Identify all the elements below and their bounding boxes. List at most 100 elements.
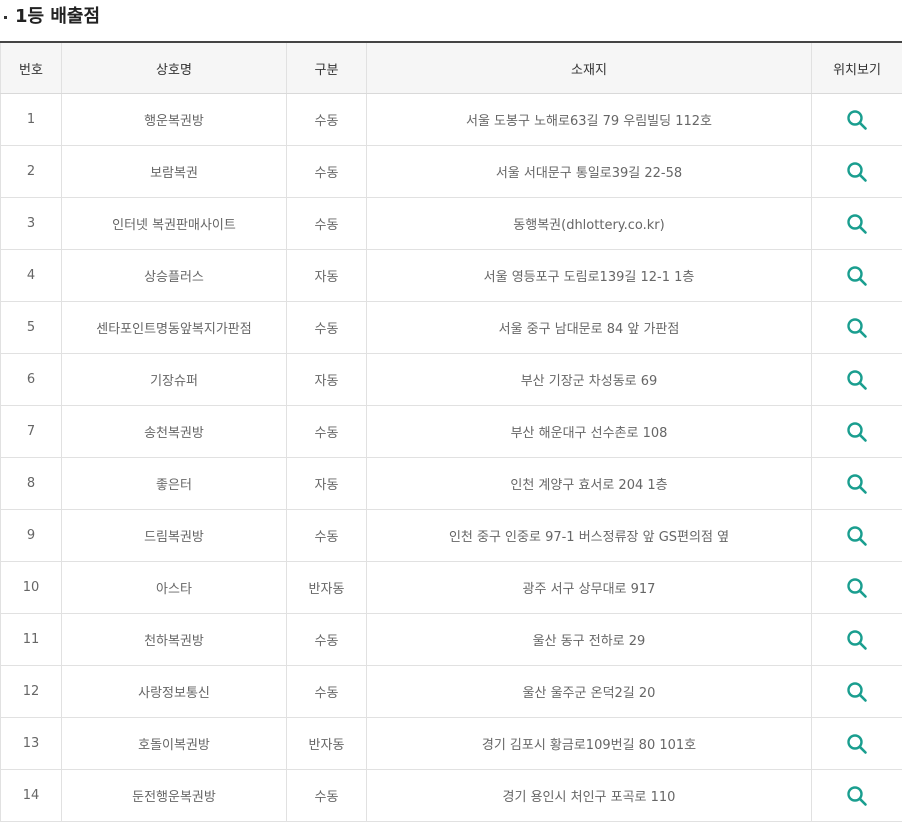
cell-type: 수동 <box>287 770 367 822</box>
view-location-button[interactable] <box>845 316 869 340</box>
cell-type: 수동 <box>287 406 367 458</box>
column-header-no: 번호 <box>1 42 62 94</box>
view-location-button[interactable] <box>845 160 869 184</box>
cell-location <box>812 562 902 614</box>
table-header-row: 번호 상호명 구분 소재지 위치보기 <box>1 42 902 94</box>
cell-type: 수동 <box>287 198 367 250</box>
cell-store-name: 드림복권방 <box>62 510 287 562</box>
search-icon <box>845 420 869 444</box>
cell-type: 수동 <box>287 510 367 562</box>
cell-no: 7 <box>1 406 62 458</box>
view-location-button[interactable] <box>845 264 869 288</box>
cell-location <box>812 94 902 146</box>
search-icon <box>845 212 869 236</box>
winning-stores-table: 번호 상호명 구분 소재지 위치보기 1행운복권방수동서울 도봉구 노해로63길… <box>0 41 902 822</box>
view-location-button[interactable] <box>845 524 869 548</box>
cell-address: 동행복권(dhlottery.co.kr) <box>367 198 812 250</box>
view-location-button[interactable] <box>845 108 869 132</box>
view-location-button[interactable] <box>845 628 869 652</box>
table-row: 9드림복권방수동인천 중구 인중로 97-1 버스정류장 앞 GS편의점 옆 <box>1 510 902 562</box>
cell-address: 부산 해운대구 선수촌로 108 <box>367 406 812 458</box>
cell-no: 1 <box>1 94 62 146</box>
cell-address: 울산 동구 전하로 29 <box>367 614 812 666</box>
cell-no: 2 <box>1 146 62 198</box>
cell-location <box>812 302 902 354</box>
search-icon <box>845 108 869 132</box>
cell-store-name: 인터넷 복권판매사이트 <box>62 198 287 250</box>
cell-address: 경기 김포시 황금로109번길 80 101호 <box>367 718 812 770</box>
cell-location <box>812 354 902 406</box>
view-location-button[interactable] <box>845 784 869 808</box>
cell-address: 인천 중구 인중로 97-1 버스정류장 앞 GS편의점 옆 <box>367 510 812 562</box>
cell-location <box>812 718 902 770</box>
cell-no: 13 <box>1 718 62 770</box>
cell-store-name: 송천복권방 <box>62 406 287 458</box>
cell-location <box>812 614 902 666</box>
cell-type: 수동 <box>287 146 367 198</box>
cell-address: 울산 울주군 온덕2길 20 <box>367 666 812 718</box>
view-location-button[interactable] <box>845 212 869 236</box>
cell-location <box>812 146 902 198</box>
cell-address: 부산 기장군 차성동로 69 <box>367 354 812 406</box>
cell-no: 4 <box>1 250 62 302</box>
view-location-button[interactable] <box>845 576 869 600</box>
table-row: 7송천복권방수동부산 해운대구 선수촌로 108 <box>1 406 902 458</box>
cell-type: 자동 <box>287 458 367 510</box>
cell-address: 경기 용인시 처인구 포곡로 110 <box>367 770 812 822</box>
cell-type: 자동 <box>287 250 367 302</box>
bullet-icon <box>4 16 7 19</box>
cell-store-name: 사랑정보통신 <box>62 666 287 718</box>
cell-address: 광주 서구 상무대로 917 <box>367 562 812 614</box>
table-row: 6기장슈퍼자동부산 기장군 차성동로 69 <box>1 354 902 406</box>
cell-location <box>812 458 902 510</box>
table-row: 4상승플러스자동서울 영등포구 도림로139길 12-1 1층 <box>1 250 902 302</box>
column-header-location: 위치보기 <box>812 42 902 94</box>
cell-address: 서울 영등포구 도림로139길 12-1 1층 <box>367 250 812 302</box>
search-icon <box>845 316 869 340</box>
search-icon <box>845 628 869 652</box>
view-location-button[interactable] <box>845 420 869 444</box>
search-icon <box>845 576 869 600</box>
cell-no: 9 <box>1 510 62 562</box>
search-icon <box>845 160 869 184</box>
cell-store-name: 호돌이복권방 <box>62 718 287 770</box>
column-header-address: 소재지 <box>367 42 812 94</box>
cell-location <box>812 198 902 250</box>
search-icon <box>845 784 869 808</box>
cell-location <box>812 510 902 562</box>
cell-store-name: 아스타 <box>62 562 287 614</box>
cell-store-name: 센타포인트명동앞복지가판점 <box>62 302 287 354</box>
cell-address: 서울 도봉구 노해로63길 79 우림빌딩 112호 <box>367 94 812 146</box>
cell-store-name: 보람복권 <box>62 146 287 198</box>
cell-type: 수동 <box>287 666 367 718</box>
table-body: 1행운복권방수동서울 도봉구 노해로63길 79 우림빌딩 112호2보람복권수… <box>1 94 902 822</box>
cell-no: 5 <box>1 302 62 354</box>
table-row: 2보람복권수동서울 서대문구 통일로39길 22-58 <box>1 146 902 198</box>
view-location-button[interactable] <box>845 732 869 756</box>
column-header-name: 상호명 <box>62 42 287 94</box>
cell-no: 8 <box>1 458 62 510</box>
cell-location <box>812 406 902 458</box>
cell-type: 수동 <box>287 94 367 146</box>
table-row: 5센타포인트명동앞복지가판점수동서울 중구 남대문로 84 앞 가판점 <box>1 302 902 354</box>
view-location-button[interactable] <box>845 472 869 496</box>
view-location-button[interactable] <box>845 368 869 392</box>
column-header-type: 구분 <box>287 42 367 94</box>
search-icon <box>845 368 869 392</box>
cell-store-name: 좋은터 <box>62 458 287 510</box>
cell-address: 서울 중구 남대문로 84 앞 가판점 <box>367 302 812 354</box>
table-row: 10아스타반자동광주 서구 상무대로 917 <box>1 562 902 614</box>
table-row: 8좋은터자동인천 계양구 효서로 204 1층 <box>1 458 902 510</box>
table-row: 3인터넷 복권판매사이트수동동행복권(dhlottery.co.kr) <box>1 198 902 250</box>
cell-no: 6 <box>1 354 62 406</box>
section-header: 1등 배출점 <box>0 0 902 30</box>
cell-store-name: 둔전행운복권방 <box>62 770 287 822</box>
cell-no: 14 <box>1 770 62 822</box>
cell-store-name: 천하복권방 <box>62 614 287 666</box>
search-icon <box>845 524 869 548</box>
view-location-button[interactable] <box>845 680 869 704</box>
cell-type: 자동 <box>287 354 367 406</box>
cell-type: 수동 <box>287 302 367 354</box>
cell-location <box>812 770 902 822</box>
cell-store-name: 기장슈퍼 <box>62 354 287 406</box>
